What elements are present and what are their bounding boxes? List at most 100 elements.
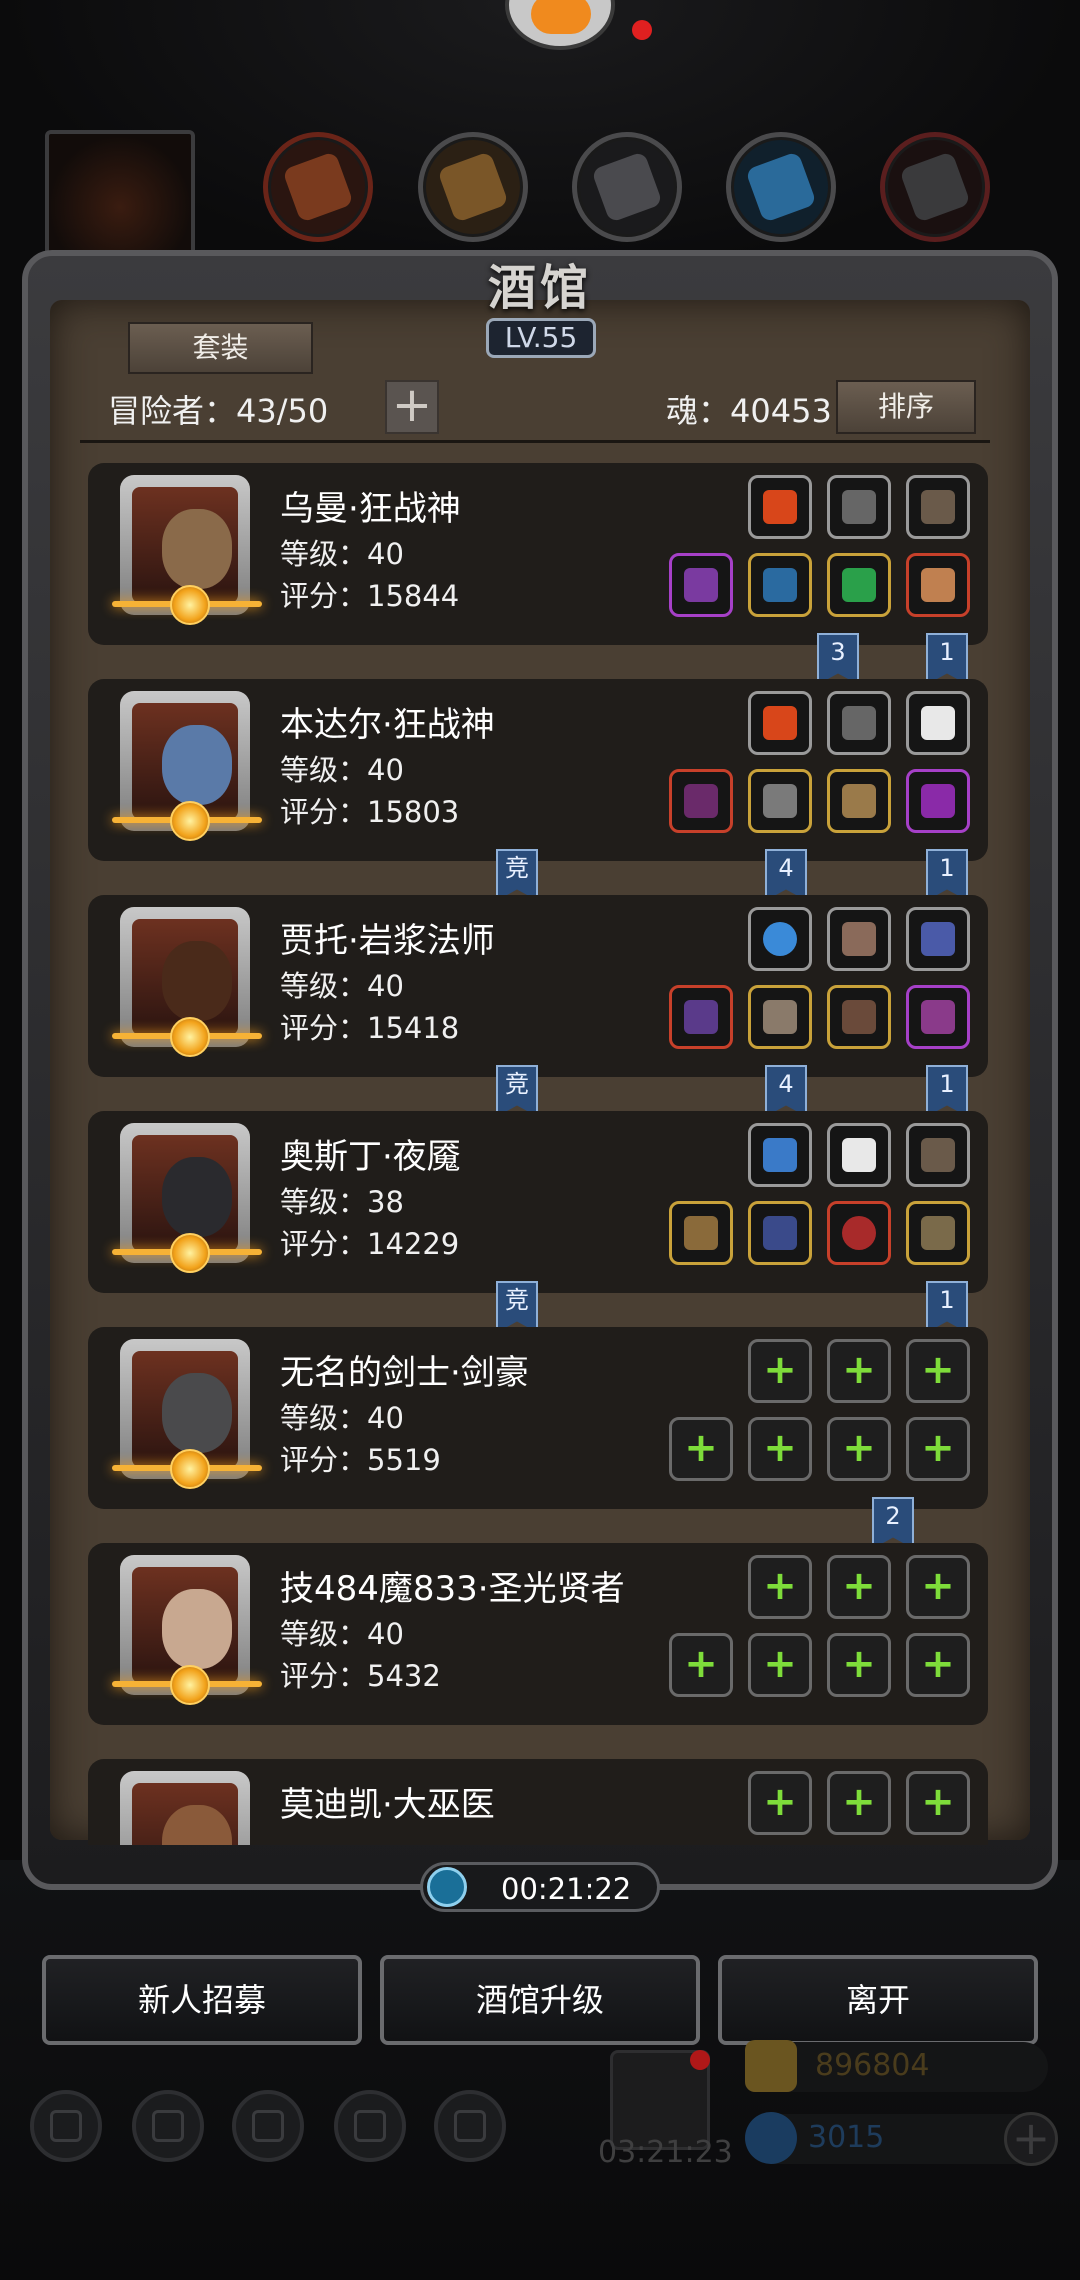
empty-skill-slot[interactable]: + — [748, 1771, 812, 1835]
hero-level: 等级：38 — [280, 1185, 404, 1219]
leather-tab-icon[interactable] — [263, 132, 373, 242]
empty-equip-slot[interactable]: + — [748, 1417, 812, 1481]
feather-skill-icon[interactable] — [827, 1123, 891, 1187]
fire-skill-icon[interactable] — [748, 691, 812, 755]
gem-equip-icon[interactable] — [827, 553, 891, 617]
bookmark-ribbon: 1 — [926, 849, 968, 901]
empty-skill-slot[interactable]: + — [906, 1555, 970, 1619]
empty-skill-slot[interactable]: + — [827, 1555, 891, 1619]
emblem-skill-icon[interactable] — [827, 475, 891, 539]
fire-skill-icon[interactable] — [748, 475, 812, 539]
hero-card[interactable]: 技484魔833·圣光贤者 等级：40 评分：5432 + + + + + + … — [88, 1543, 988, 1725]
staff-equip-icon[interactable] — [669, 985, 733, 1049]
hero-name: 乌曼·狂战神 — [280, 489, 461, 529]
bow-equip-icon[interactable] — [669, 1201, 733, 1265]
hero-score: 评分：15844 — [280, 579, 460, 613]
plus-icon: + — [842, 1563, 876, 1609]
frost-skill-icon[interactable] — [748, 1123, 812, 1187]
map-icon[interactable] — [232, 2090, 304, 2162]
hero-silhouette-tab[interactable] — [45, 130, 195, 260]
plus-icon: + — [921, 1347, 955, 1393]
soul-count: 魂：40453 — [666, 392, 832, 430]
hero-card[interactable]: 本达尔·狂战神 等级：40 评分：15803 — [88, 679, 988, 861]
empty-skill-slot[interactable]: + — [827, 1771, 891, 1835]
hero-name: 本达尔·狂战神 — [280, 705, 495, 745]
hero-score: 评分：15418 — [280, 1011, 460, 1045]
claw-skill-icon[interactable] — [906, 1123, 970, 1187]
crystal-tab-icon[interactable] — [726, 132, 836, 242]
diamond-icon — [745, 2112, 797, 2164]
stone-tab-icon[interactable] — [880, 132, 990, 242]
amulet-skill-icon[interactable] — [906, 907, 970, 971]
armor-equip-icon[interactable] — [748, 553, 812, 617]
plus-icon: + — [763, 1641, 797, 1687]
robe-equip-icon[interactable] — [748, 985, 812, 1049]
empty-skill-slot[interactable]: + — [748, 1339, 812, 1403]
empty-skill-slot[interactable]: + — [748, 1555, 812, 1619]
chest-equip-icon[interactable] — [748, 769, 812, 833]
competition-ribbon: 竞 — [496, 1281, 538, 1333]
upgrade-tavern-button[interactable]: 酒馆升级 — [380, 1955, 700, 2045]
empty-equip-slot[interactable]: + — [906, 1417, 970, 1481]
empty-equip-slot[interactable]: + — [827, 1633, 891, 1697]
empty-equip-slot[interactable]: + — [827, 1417, 891, 1481]
bookmark-ribbon: 3 — [817, 633, 859, 685]
empty-skill-slot[interactable]: + — [827, 1339, 891, 1403]
bracelet-equip-icon[interactable] — [906, 1201, 970, 1265]
sort-button[interactable]: 排序 — [836, 380, 976, 434]
hero-score: 评分：5519 — [280, 1443, 441, 1477]
add-adventurer-button[interactable]: + — [385, 380, 439, 434]
empty-equip-slot[interactable]: + — [748, 1633, 812, 1697]
tome-equip-icon[interactable] — [906, 985, 970, 1049]
plus-icon: + — [684, 1641, 718, 1687]
suit-button[interactable]: 套装 — [128, 322, 313, 374]
mail-icon[interactable] — [334, 2090, 406, 2162]
gold-coin-icon — [745, 2040, 797, 2092]
bracer-equip-icon[interactable] — [827, 769, 891, 833]
orb-skill-icon[interactable] — [748, 907, 812, 971]
plus-icon: + — [842, 1347, 876, 1393]
bag-icon[interactable] — [434, 2090, 506, 2162]
ring-equip-icon[interactable] — [827, 1201, 891, 1265]
page-title: 酒馆 — [487, 260, 592, 316]
adventurer-count: 冒险者：43/50 — [108, 392, 329, 430]
hero-card[interactable]: 奥斯丁·夜魇 等级：38 评分：14229 — [88, 1111, 988, 1293]
hero-card[interactable]: 贾托·岩浆法师 等级：40 评分：15418 — [88, 895, 988, 1077]
medal-icon — [170, 1017, 210, 1057]
glove-equip-icon[interactable] — [827, 985, 891, 1049]
wood-tab-icon[interactable] — [418, 132, 528, 242]
hero-score: 评分：14229 — [280, 1227, 460, 1261]
empty-equip-slot[interactable]: + — [906, 1633, 970, 1697]
empty-skill-slot[interactable]: + — [906, 1339, 970, 1403]
emblem-skill-icon[interactable] — [827, 691, 891, 755]
mace-equip-icon[interactable] — [669, 769, 733, 833]
helmet-equip-icon[interactable] — [906, 553, 970, 617]
plus-icon: + — [763, 1425, 797, 1471]
plus-icon: + — [921, 1779, 955, 1825]
claw-skill-icon[interactable] — [906, 475, 970, 539]
hero-card[interactable]: 莫迪凯·大巫医 + + + — [88, 1759, 988, 1845]
empty-skill-slot[interactable]: + — [906, 1771, 970, 1835]
hero-level: 等级：40 — [280, 969, 404, 1003]
empty-equip-slot[interactable]: + — [669, 1417, 733, 1481]
hero-card[interactable]: 无名的剑士·剑豪 等级：40 评分：5519 + + + + + + + — [88, 1327, 988, 1509]
timer-text: 00:21:22 — [501, 1872, 632, 1906]
shield-skill-icon[interactable] — [827, 907, 891, 971]
notification-dot — [632, 20, 652, 40]
axe-equip-icon[interactable] — [669, 553, 733, 617]
helm-equip-icon[interactable] — [906, 769, 970, 833]
plus-icon: + — [763, 1347, 797, 1393]
hero-list[interactable]: 乌曼·狂战神 等级：40 评分：15844 3 1 本达尔·狂战神 等级：40 … — [80, 455, 995, 1845]
vest-equip-icon[interactable] — [748, 1201, 812, 1265]
wing-skill-icon[interactable] — [906, 691, 970, 755]
iron-tab-icon[interactable] — [572, 132, 682, 242]
notification-dot — [690, 2050, 710, 2070]
add-diamond-button[interactable]: + — [1004, 2112, 1058, 2166]
hero-card[interactable]: 乌曼·狂战神 等级：40 评分：15844 — [88, 463, 988, 645]
hero-portrait[interactable] — [120, 1771, 250, 1845]
star-icon[interactable] — [132, 2090, 204, 2162]
empty-equip-slot[interactable]: + — [669, 1633, 733, 1697]
settings-gear-icon[interactable] — [30, 2090, 102, 2162]
recruit-button[interactable]: 新人招募 — [42, 1955, 362, 2045]
leave-button[interactable]: 离开 — [718, 1955, 1038, 2045]
